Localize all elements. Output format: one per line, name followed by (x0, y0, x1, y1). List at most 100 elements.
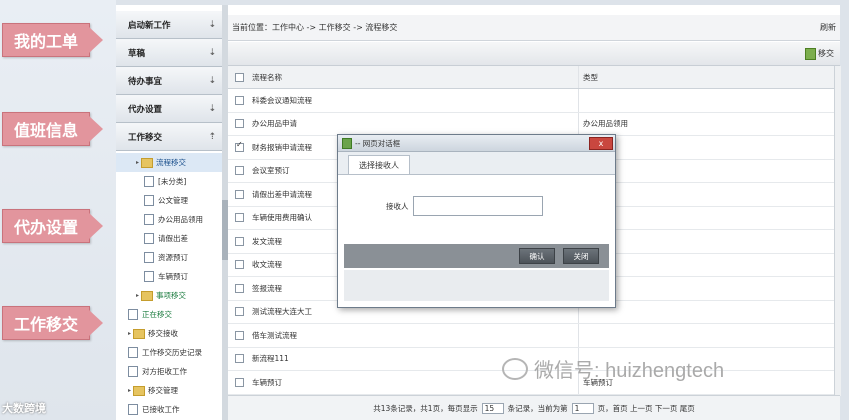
dialog-page-icon (342, 137, 352, 149)
breadcrumb: 当前位置：工作中心 -> 工作移交 -> 流程移交 刷新 (228, 15, 840, 41)
chevron-down-icon: ⇣ (208, 19, 216, 30)
section-label: 待办事宜 (128, 76, 163, 87)
table-header: 流程名称 类型 (228, 66, 834, 89)
sidebar-section-handover[interactable]: 工作移交 ⇡ (116, 123, 222, 151)
callout-duty-info: 值班信息 (2, 112, 103, 146)
sidebar-section-drafts[interactable]: 草稿 ⇣ (116, 39, 222, 67)
document-icon (144, 214, 154, 225)
wechat-icon (502, 357, 528, 380)
tree-item-label: 已接收工作 (142, 405, 180, 414)
row-checkbox[interactable] (235, 330, 244, 340)
receiver-input[interactable] (412, 196, 543, 216)
sidebar-section-todo[interactable]: 待办事宜 ⇣ (116, 67, 222, 95)
dialog-titlebar[interactable]: -- 网页对话框 x (338, 135, 615, 152)
process-name-cell: 办公用品申请 (252, 112, 579, 135)
tree-item-label: 公文管理 (158, 196, 188, 205)
row-checkbox[interactable] (235, 119, 244, 129)
section-label: 启动新工作 (128, 20, 171, 31)
row-checkbox[interactable] (235, 166, 244, 176)
expand-icon[interactable]: ▸ (128, 387, 131, 394)
section-label: 工作移交 (128, 132, 163, 143)
refresh-link[interactable]: 刷新 (820, 22, 836, 33)
callout-my-tickets: 我的工单 (2, 23, 103, 57)
confirm-button[interactable]: 确认 (519, 248, 555, 264)
column-header-type[interactable]: 类型 (579, 72, 598, 83)
tree-item[interactable]: ▸ 移交接收 (116, 324, 222, 343)
tree-item[interactable]: 对方拒收工作 (116, 362, 222, 381)
tree-item-label: 移交管理 (148, 386, 179, 395)
toolbar: 移交 (228, 42, 840, 66)
tree-item-label: 对方拒收工作 (142, 367, 187, 376)
callout-work-handover: 工作移交 (2, 306, 103, 340)
pager-middle-text: 条记录，当前为第 (507, 403, 568, 413)
sidebar-section-start-work[interactable]: 启动新工作 ⇣ (116, 11, 222, 39)
tree-item-label: 车辆预订 (158, 272, 188, 281)
tree-item[interactable]: 公文管理 (116, 191, 222, 210)
tree-item[interactable]: ▸ 事项移交 (116, 286, 222, 305)
page-number-input[interactable]: 1 (571, 402, 594, 414)
tree-item[interactable]: [未分类] (116, 172, 222, 191)
handover-button[interactable]: 移交 (805, 47, 834, 60)
expand-icon[interactable]: ▸ (136, 292, 139, 299)
row-checkbox[interactable] (235, 189, 244, 199)
document-icon (144, 195, 154, 206)
document-icon (144, 233, 154, 244)
row-checkbox[interactable] (235, 307, 244, 317)
tree-item[interactable]: 已接收工作 (116, 400, 222, 419)
page-size-input[interactable]: 15 (481, 402, 504, 414)
sidebar-section-delegate[interactable]: 代办设置 ⇣ (116, 95, 222, 123)
row-checkbox[interactable] (235, 354, 244, 364)
expand-icon[interactable]: ▸ (128, 330, 131, 337)
row-checkbox[interactable] (235, 260, 244, 270)
column-header-name[interactable]: 流程名称 (252, 66, 579, 88)
folder-icon (141, 157, 154, 168)
row-checkbox[interactable] (235, 95, 244, 105)
table-row[interactable]: 科委会议通知流程 (228, 89, 834, 113)
pagination-bar: 共13条记录，共1页，每页显示 15 条记录，当前为第 1 页，首页 上一页 下… (228, 395, 840, 420)
tree-item-label: 事项移交 (156, 291, 187, 300)
tree-item[interactable]: 正在移交 (116, 305, 222, 324)
table-row[interactable]: 借车测试流程 (228, 324, 834, 348)
process-type-cell: 办公用品领用 (583, 119, 628, 129)
tree-item[interactable]: 工作移交历史记录 (116, 343, 222, 362)
document-icon (128, 309, 138, 320)
tree-item[interactable]: 办公用品领用 (116, 210, 222, 229)
row-checkbox[interactable] (235, 283, 244, 293)
table-scrollbar[interactable] (834, 66, 841, 396)
folder-icon (141, 290, 154, 301)
expand-icon[interactable]: ▸ (136, 159, 139, 166)
process-name-cell: 科委会议通知流程 (252, 89, 579, 112)
section-label: 代办设置 (128, 104, 163, 115)
close-button[interactable]: 关闭 (563, 248, 599, 264)
row-checkbox[interactable] (235, 140, 244, 152)
table-row[interactable]: 办公用品申请 办公用品领用 (228, 112, 834, 136)
select-receiver-dialog: -- 网页对话框 x 选择接收人 接收人 确认 关闭 (337, 134, 616, 308)
tree-item-label: 请假出差 (158, 234, 188, 243)
tree-item[interactable]: ▸ 流程移交 (116, 153, 222, 172)
tree-item-label: 流程移交 (156, 158, 187, 167)
tree-item[interactable]: 资源预订 (116, 248, 222, 267)
dialog-footer: 确认 关闭 (344, 244, 609, 268)
tree-item-label: [未分类] (158, 177, 187, 186)
row-checkbox[interactable] (235, 236, 244, 246)
close-icon[interactable]: x (589, 137, 613, 150)
chevron-up-icon: ⇡ (208, 131, 216, 142)
dialog-body: 接收人 (338, 175, 615, 237)
row-checkbox[interactable] (235, 213, 244, 223)
document-icon (144, 176, 154, 187)
tree-item-label: 资源预订 (158, 253, 188, 262)
tree-item[interactable]: 请假出差 (116, 229, 222, 248)
breadcrumb-text: 当前位置：工作中心 -> 工作移交 -> 流程移交 (232, 23, 398, 32)
watermark: 微信号: huizhengtech (502, 354, 724, 383)
folder-icon (133, 328, 146, 339)
tab-select-receiver[interactable]: 选择接收人 (348, 155, 410, 174)
pager-nav-links[interactable]: 页，首页 上一页 下一页 尾页 (598, 403, 695, 414)
row-checkbox[interactable] (235, 377, 244, 387)
callout-delegate-settings: 代办设置 (2, 209, 103, 243)
chevron-down-icon: ⇣ (208, 75, 216, 86)
tree-item[interactable]: 车辆预订 (116, 267, 222, 286)
tree-item[interactable]: ▸ 移交管理 (116, 381, 222, 400)
handover-icon (805, 47, 816, 60)
document-icon (128, 366, 138, 377)
select-all-checkbox[interactable] (235, 72, 244, 82)
